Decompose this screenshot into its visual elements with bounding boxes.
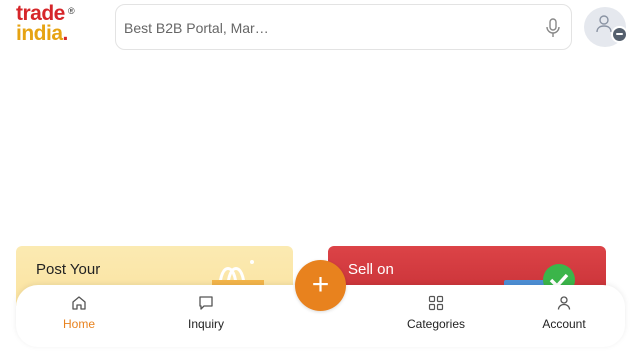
add-button[interactable]: + [295, 260, 346, 311]
tradeindia-logo[interactable]: trade ® india. [16, 2, 80, 46]
logo-text-india: india. [16, 22, 68, 45]
nav-item-inquiry[interactable]: Inquiry [166, 295, 246, 341]
user-avatar-icon [596, 15, 612, 33]
avatar-menu-badge-icon [611, 26, 628, 43]
nav-item-categories[interactable]: Categories [396, 295, 476, 341]
logo-text-trade: trade [16, 2, 65, 25]
banner-title: Post Your [36, 261, 101, 278]
nav-label-account: Account [542, 317, 586, 331]
banner-title: Sell on [348, 261, 394, 278]
home-icon [72, 296, 86, 310]
nav-label-inquiry: Inquiry [187, 317, 225, 331]
user-icon [557, 296, 571, 310]
microphone-icon[interactable] [543, 17, 563, 39]
logo-registered-mark: ® [68, 6, 75, 16]
nav-label-categories: Categories [406, 317, 466, 331]
nav-item-account[interactable]: Account [524, 295, 604, 341]
grid-icon [428, 295, 444, 311]
search-input[interactable] [124, 17, 524, 39]
nav-item-home[interactable]: Home [39, 295, 119, 341]
nav-label-home: Home [62, 317, 95, 331]
search-bar[interactable] [115, 4, 572, 50]
chat-icon [199, 296, 213, 310]
avatar[interactable] [584, 7, 628, 47]
